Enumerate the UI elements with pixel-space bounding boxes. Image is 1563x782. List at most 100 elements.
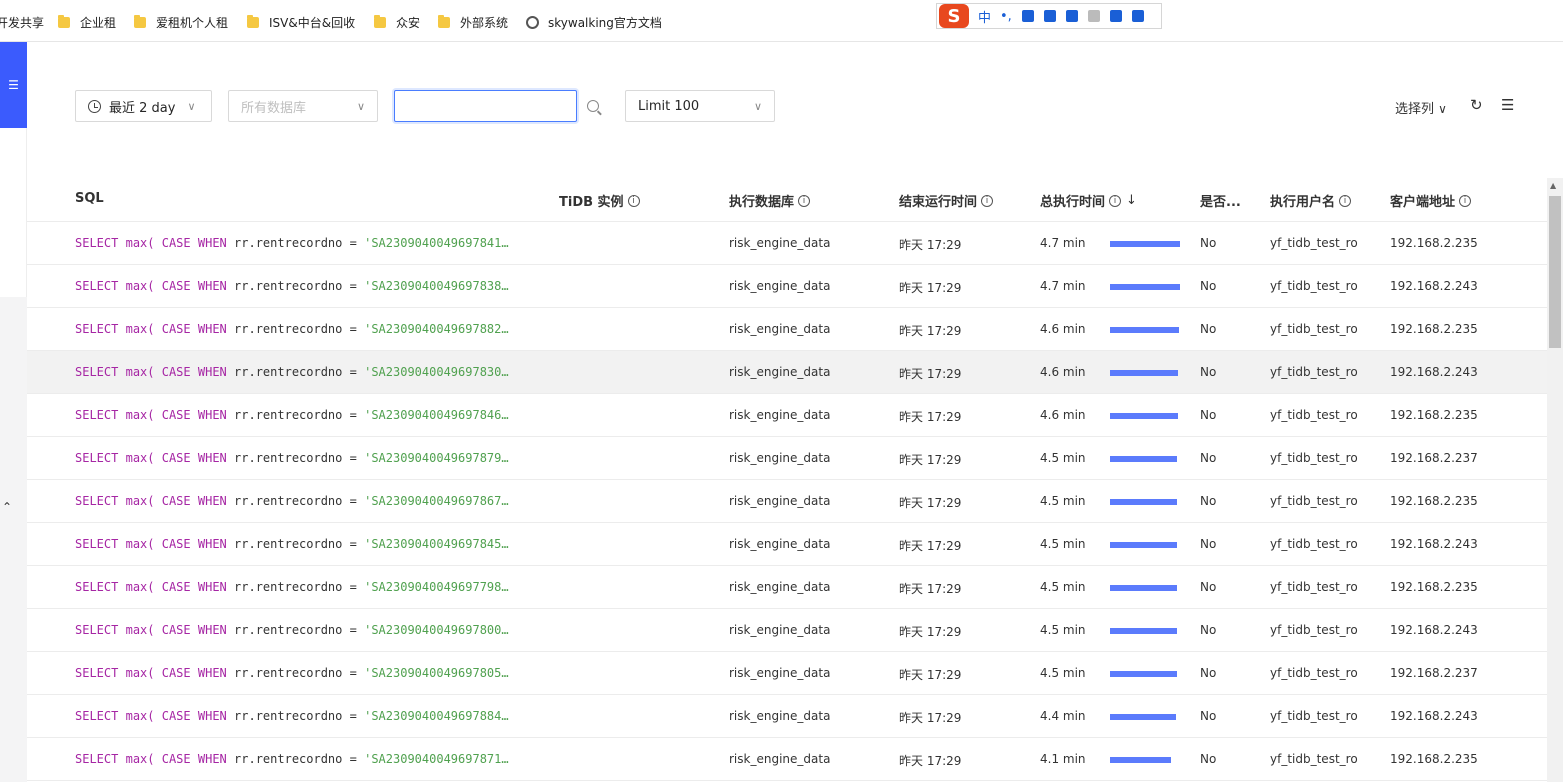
col-is-x-label: 是否... (1200, 195, 1241, 210)
bookmark-4[interactable]: 众安 (374, 14, 420, 31)
table-row[interactable]: SELECT max( CASE WHEN rr.rentrecordno = … (27, 566, 1547, 609)
menu-icon[interactable]: ☰ (1501, 96, 1514, 114)
table-row[interactable]: SELECT max( CASE WHEN rr.rentrecordno = … (27, 394, 1547, 437)
time-range-select[interactable]: 最近 2 day ∨ (75, 90, 212, 122)
sql-keyword: CASE (161, 623, 191, 637)
search-button[interactable] (577, 90, 608, 122)
sql-keyword: CASE (161, 494, 191, 508)
sql-text[interactable]: SELECT max( CASE WHEN rr.rentrecordno = … (75, 279, 537, 293)
sql-operator: = (349, 580, 357, 594)
table-row[interactable]: SELECT max( CASE WHEN rr.rentrecordno = … (27, 222, 1547, 265)
sql-text[interactable]: SELECT max( CASE WHEN rr.rentrecordno = … (75, 322, 537, 336)
bookmark-0[interactable]: 开发共享 (0, 14, 44, 31)
sql-column: rr.rentrecordno (234, 494, 343, 508)
search-input[interactable] (394, 90, 577, 122)
table-row[interactable]: SELECT max( CASE WHEN rr.rentrecordno = … (27, 738, 1547, 781)
sql-text[interactable]: SELECT max( CASE WHEN rr.rentrecordno = … (75, 666, 537, 680)
sql-keyword: WHEN (197, 580, 227, 594)
sql-keyword: WHEN (197, 451, 227, 465)
sql-column: rr.rentrecordno (234, 752, 343, 766)
table-row[interactable]: SELECT max( CASE WHEN rr.rentrecordno = … (27, 652, 1547, 695)
sql-text[interactable]: SELECT max( CASE WHEN rr.rentrecordno = … (75, 580, 537, 594)
chevron-up-icon[interactable]: ⌃ (2, 500, 12, 514)
sql-text[interactable]: SELECT max( CASE WHEN rr.rentrecordno = … (75, 623, 537, 637)
col-end-time[interactable]: 结束运行时间 i (899, 191, 994, 210)
user-icon[interactable] (1087, 10, 1100, 22)
sql-text[interactable]: SELECT max( CASE WHEN rr.rentrecordno = … (75, 451, 537, 465)
sql-text[interactable]: SELECT max( CASE WHEN rr.rentrecordno = … (75, 494, 537, 508)
db-cell: risk_engine_data (729, 666, 831, 680)
sql-text[interactable]: SELECT max( CASE WHEN rr.rentrecordno = … (75, 408, 537, 422)
database-placeholder: 所有数据库 (241, 100, 307, 116)
select-columns-label: 选择列 (1395, 102, 1435, 117)
sidebar-toggle-button[interactable]: ☰ (0, 42, 27, 128)
client-cell: 192.168.2.235 (1390, 322, 1478, 336)
col-total-time[interactable]: 总执行时间 i ↓ (1040, 191, 1137, 210)
sql-text[interactable]: SELECT max( CASE WHEN rr.rentrecordno = … (75, 365, 537, 379)
table-row[interactable]: SELECT max( CASE WHEN rr.rentrecordno = … (27, 351, 1547, 394)
sql-keyword: SELECT (75, 236, 119, 250)
bookmark-label: skywalking官方文档 (548, 16, 662, 30)
sql-keyword: SELECT (75, 279, 119, 293)
info-icon: i (1459, 194, 1472, 207)
select-columns-button[interactable]: 选择列 ∨ (1395, 98, 1447, 117)
apps-icon[interactable] (1131, 10, 1144, 22)
skin-icon[interactable] (1109, 10, 1122, 22)
sql-keyword: WHEN (197, 494, 227, 508)
sql-keyword: SELECT (75, 752, 119, 766)
sql-text[interactable]: SELECT max( CASE WHEN rr.rentrecordno = … (75, 709, 537, 723)
duration-cell: 4.1 min (1040, 752, 1086, 766)
table-row[interactable]: SELECT max( CASE WHEN rr.rentrecordno = … (27, 609, 1547, 652)
bookmark-5[interactable]: 外部系统 (438, 14, 508, 31)
end-time-cell: 昨天 17:29 (899, 539, 962, 553)
table-row[interactable]: SELECT max( CASE WHEN rr.rentrecordno = … (27, 437, 1547, 480)
keyboard-icon[interactable] (1065, 10, 1078, 22)
col-is-x[interactable]: 是否... (1200, 191, 1241, 210)
scroll-up-icon[interactable]: ▲ (1550, 181, 1556, 190)
emoji-icon[interactable] (1021, 10, 1034, 22)
ime-toolbar[interactable]: S 中 •, (936, 3, 1162, 29)
microphone-icon[interactable] (1043, 10, 1056, 22)
db-cell: risk_engine_data (729, 537, 831, 551)
sql-text[interactable]: SELECT max( CASE WHEN rr.rentrecordno = … (75, 752, 537, 766)
sql-operator: = (349, 365, 357, 379)
sql-column: rr.rentrecordno (234, 365, 343, 379)
table-row[interactable]: SELECT max( CASE WHEN rr.rentrecordno = … (27, 308, 1547, 351)
table-row[interactable]: SELECT max( CASE WHEN rr.rentrecordno = … (27, 265, 1547, 308)
limit-select[interactable]: Limit 100 ∨ (625, 90, 775, 122)
bookmark-label: ISV&中台&回收 (269, 16, 356, 30)
col-instance[interactable]: TiDB 实例 i (559, 191, 640, 210)
duration-bar (1110, 241, 1180, 247)
col-client-label: 客户端地址 (1390, 195, 1456, 210)
sidebar-panel (0, 297, 27, 782)
bookmarks-bar: 开发共享 企业租 爱租机个人租 ISV&中台&回收 众安 外部系统 skywal… (0, 0, 1563, 42)
scrollbar-thumb[interactable] (1549, 196, 1561, 348)
reload-icon[interactable]: ↻ (1470, 96, 1483, 114)
ime-punct[interactable]: •, (1000, 9, 1012, 24)
info-icon: i (1339, 194, 1352, 207)
bookmark-6[interactable]: skywalking官方文档 (526, 14, 662, 31)
table-row[interactable]: SELECT max( CASE WHEN rr.rentrecordno = … (27, 695, 1547, 738)
sql-keyword: SELECT (75, 365, 119, 379)
db-cell: risk_engine_data (729, 408, 831, 422)
table-row[interactable]: SELECT max( CASE WHEN rr.rentrecordno = … (27, 523, 1547, 566)
col-db[interactable]: 执行数据库 i (729, 191, 811, 210)
bookmark-1[interactable]: 企业租 (58, 14, 116, 31)
bookmark-2[interactable]: 爱租机个人租 (134, 14, 228, 31)
ime-mode[interactable]: 中 (978, 7, 991, 26)
col-client[interactable]: 客户端地址 i (1390, 191, 1472, 210)
sql-keyword: WHEN (197, 537, 227, 551)
col-sql[interactable]: SQL (75, 191, 104, 206)
folder-icon (247, 15, 259, 28)
duration-cell: 4.5 min (1040, 580, 1086, 594)
sql-column: rr.rentrecordno (234, 279, 343, 293)
table-row[interactable]: SELECT max( CASE WHEN rr.rentrecordno = … (27, 480, 1547, 523)
database-select[interactable]: 所有数据库 ∨ (228, 90, 378, 122)
sql-text[interactable]: SELECT max( CASE WHEN rr.rentrecordno = … (75, 236, 537, 250)
sql-text[interactable]: SELECT max( CASE WHEN rr.rentrecordno = … (75, 537, 537, 551)
col-user[interactable]: 执行用户名 i (1270, 191, 1352, 210)
sql-column: rr.rentrecordno (234, 451, 343, 465)
end-time-cell: 昨天 17:29 (899, 453, 962, 467)
bookmark-3[interactable]: ISV&中台&回收 (247, 14, 355, 31)
sql-keyword: SELECT (75, 494, 119, 508)
